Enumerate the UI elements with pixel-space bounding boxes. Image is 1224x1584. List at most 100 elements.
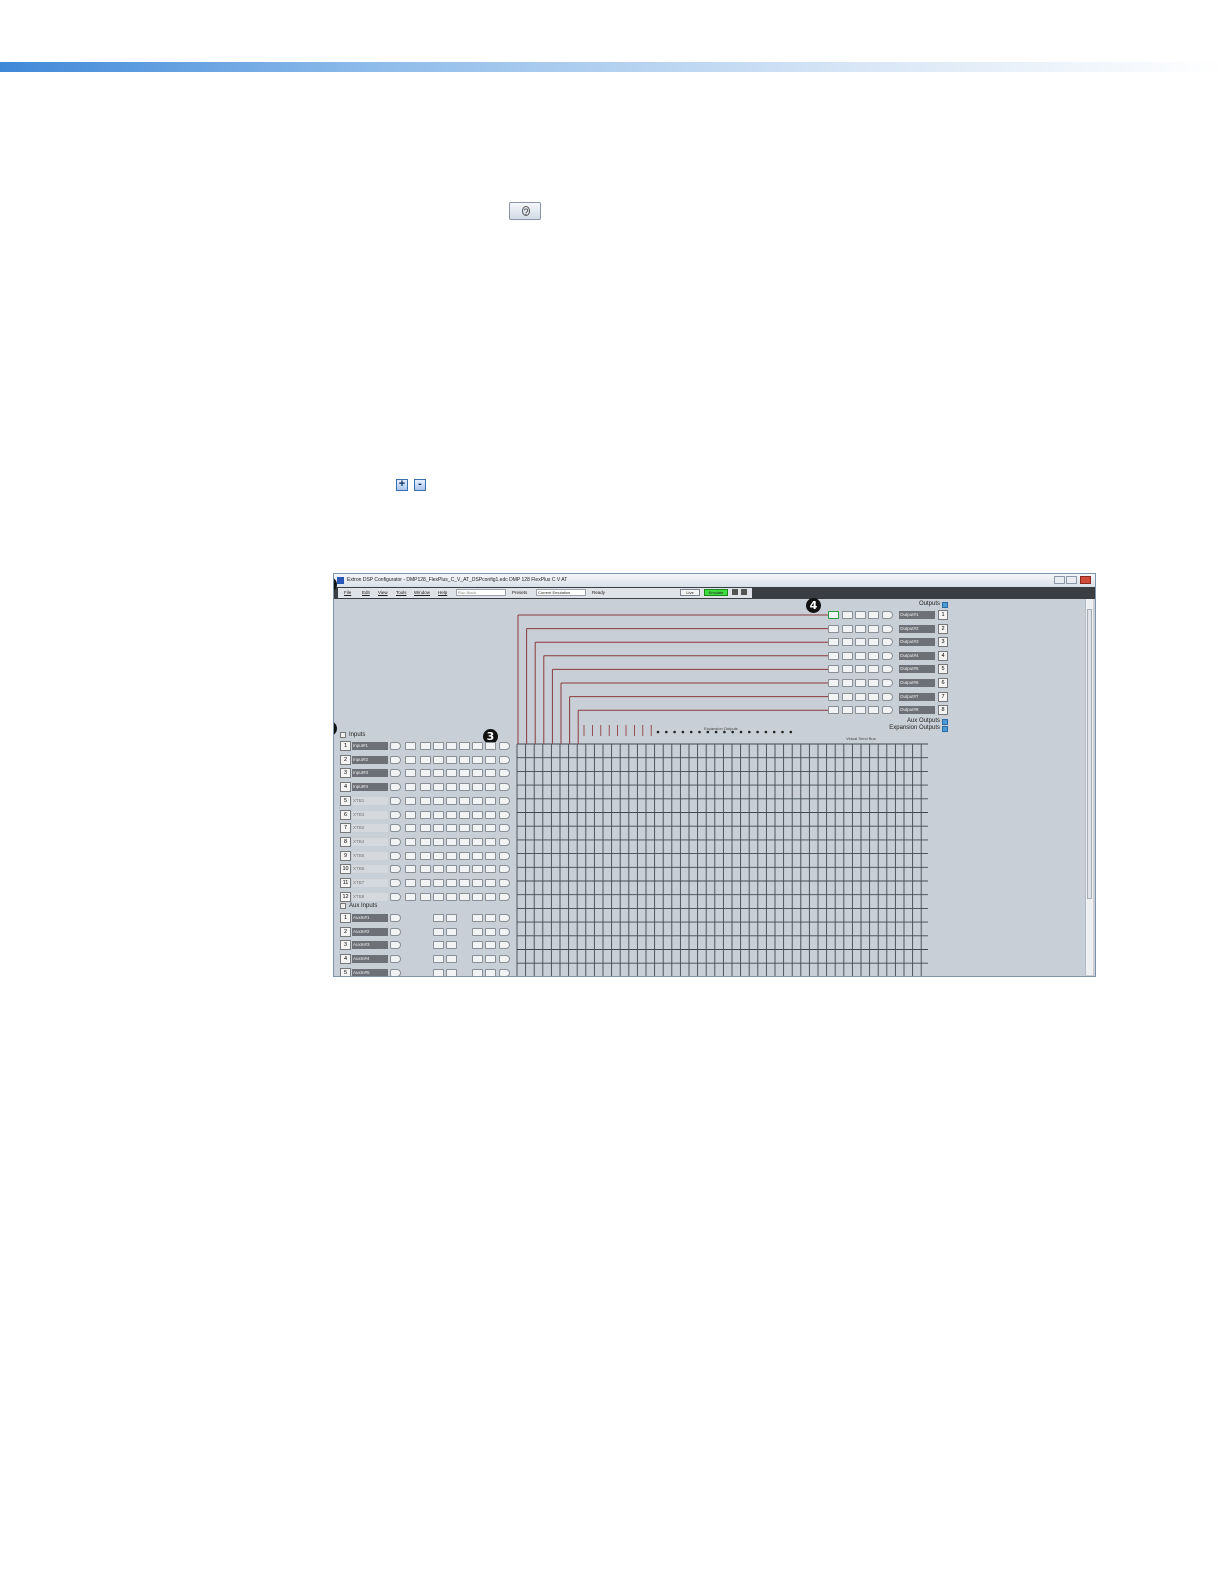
input-dsp-block[interactable] xyxy=(446,783,457,792)
aux-input-dsp-block[interactable] xyxy=(499,955,510,964)
expansion-outputs-toggle-icon[interactable] xyxy=(942,726,948,732)
aux-input-dsp-block[interactable] xyxy=(390,941,401,950)
output-dsp-block[interactable] xyxy=(828,651,839,660)
input-dsp-block[interactable] xyxy=(459,755,470,764)
output-dsp-block[interactable] xyxy=(828,706,839,715)
output-dsp-block[interactable] xyxy=(842,651,853,660)
aux-input-name[interactable]: AuxIn#1 xyxy=(352,914,388,922)
output-dsp-block[interactable] xyxy=(828,679,839,687)
collapse-aux-inputs-icon[interactable] xyxy=(340,903,346,909)
input-dsp-block[interactable] xyxy=(485,783,496,792)
output-dsp-block[interactable] xyxy=(855,611,866,619)
input-dsp-block[interactable] xyxy=(499,837,510,846)
output-dsp-block[interactable] xyxy=(842,624,853,633)
input-name[interactable]: XTB7 xyxy=(352,879,388,887)
output-dsp-block[interactable] xyxy=(855,638,866,647)
aux-input-name[interactable]: AuxIn#4 xyxy=(352,955,388,964)
input-dsp-block[interactable] xyxy=(499,810,510,819)
input-dsp-block[interactable] xyxy=(405,824,416,833)
input-dsp-block[interactable] xyxy=(390,810,401,819)
output-dsp-block[interactable] xyxy=(882,679,893,687)
input-dsp-block[interactable] xyxy=(390,755,401,764)
output-name[interactable]: Output#6 xyxy=(899,679,935,687)
input-dsp-block[interactable] xyxy=(420,742,431,750)
input-dsp-block[interactable] xyxy=(485,865,496,874)
output-dsp-block[interactable] xyxy=(828,665,839,674)
input-dsp-block[interactable] xyxy=(390,769,401,778)
output-dsp-block[interactable] xyxy=(828,624,839,633)
input-dsp-block[interactable] xyxy=(472,851,483,860)
input-dsp-block[interactable] xyxy=(459,769,470,778)
aux-outputs-toggle-icon[interactable] xyxy=(942,719,948,725)
input-dsp-block[interactable] xyxy=(420,755,431,764)
output-dsp-block[interactable] xyxy=(828,638,839,647)
help-button[interactable]: ? xyxy=(509,202,541,220)
input-dsp-block[interactable] xyxy=(446,892,457,901)
input-dsp-block[interactable] xyxy=(485,824,496,833)
input-dsp-block[interactable] xyxy=(459,824,470,833)
input-dsp-block[interactable] xyxy=(446,742,457,750)
input-dsp-block[interactable] xyxy=(433,851,444,860)
aux-input-dsp-block[interactable] xyxy=(446,927,457,936)
input-dsp-block[interactable] xyxy=(459,865,470,874)
input-dsp-block[interactable] xyxy=(433,892,444,901)
input-dsp-block[interactable] xyxy=(472,783,483,792)
aux-input-dsp-block[interactable] xyxy=(390,914,401,922)
input-dsp-block[interactable] xyxy=(499,783,510,792)
input-dsp-block[interactable] xyxy=(420,769,431,778)
input-dsp-block[interactable] xyxy=(446,824,457,833)
output-dsp-block[interactable] xyxy=(868,624,879,633)
input-dsp-block[interactable] xyxy=(459,892,470,901)
input-dsp-block[interactable] xyxy=(420,837,431,846)
output-name[interactable]: Output#5 xyxy=(899,665,935,674)
input-dsp-block[interactable] xyxy=(446,755,457,764)
input-name[interactable]: Input#2 xyxy=(352,755,388,764)
output-dsp-block[interactable] xyxy=(882,651,893,660)
input-dsp-block[interactable] xyxy=(433,755,444,764)
input-dsp-block[interactable] xyxy=(485,892,496,901)
output-name[interactable]: Output#3 xyxy=(899,638,935,647)
input-dsp-block[interactable] xyxy=(472,810,483,819)
input-dsp-block[interactable] xyxy=(499,824,510,833)
input-dsp-block[interactable] xyxy=(499,796,510,805)
output-dsp-block[interactable] xyxy=(882,665,893,674)
aux-input-dsp-block[interactable] xyxy=(390,927,401,936)
input-dsp-block[interactable] xyxy=(472,755,483,764)
input-dsp-block[interactable] xyxy=(499,851,510,860)
output-dsp-block[interactable] xyxy=(828,692,839,701)
aux-input-dsp-block[interactable] xyxy=(499,914,510,922)
input-dsp-block[interactable] xyxy=(433,769,444,778)
aux-input-dsp-block[interactable] xyxy=(433,968,444,976)
aux-input-dsp-block[interactable] xyxy=(485,941,496,950)
input-dsp-block[interactable] xyxy=(459,837,470,846)
input-dsp-block[interactable] xyxy=(433,879,444,887)
input-dsp-block[interactable] xyxy=(433,796,444,805)
input-name[interactable]: XTB8 xyxy=(352,892,388,901)
output-dsp-block[interactable] xyxy=(842,665,853,674)
input-dsp-block[interactable] xyxy=(405,796,416,805)
input-name[interactable]: Input#3 xyxy=(352,769,388,778)
aux-input-dsp-block[interactable] xyxy=(472,955,483,964)
input-dsp-block[interactable] xyxy=(405,769,416,778)
output-dsp-block[interactable] xyxy=(882,611,893,619)
input-dsp-block[interactable] xyxy=(446,810,457,819)
input-dsp-block[interactable] xyxy=(499,742,510,750)
output-name[interactable]: Output#4 xyxy=(899,651,935,660)
input-dsp-block[interactable] xyxy=(390,796,401,805)
input-dsp-block[interactable] xyxy=(472,742,483,750)
input-dsp-block[interactable] xyxy=(420,824,431,833)
input-dsp-block[interactable] xyxy=(472,879,483,887)
input-dsp-block[interactable] xyxy=(390,783,401,792)
input-dsp-block[interactable] xyxy=(459,796,470,805)
input-dsp-block[interactable] xyxy=(420,810,431,819)
input-dsp-block[interactable] xyxy=(390,742,401,750)
output-name[interactable]: Output#1 xyxy=(899,611,935,619)
output-dsp-block[interactable] xyxy=(882,638,893,647)
input-dsp-block[interactable] xyxy=(459,879,470,887)
aux-input-dsp-block[interactable] xyxy=(499,927,510,936)
input-dsp-block[interactable] xyxy=(472,796,483,805)
output-dsp-block[interactable] xyxy=(855,679,866,687)
aux-input-dsp-block[interactable] xyxy=(433,914,444,922)
input-name[interactable]: XTB6 xyxy=(352,865,388,874)
input-dsp-block[interactable] xyxy=(420,783,431,792)
